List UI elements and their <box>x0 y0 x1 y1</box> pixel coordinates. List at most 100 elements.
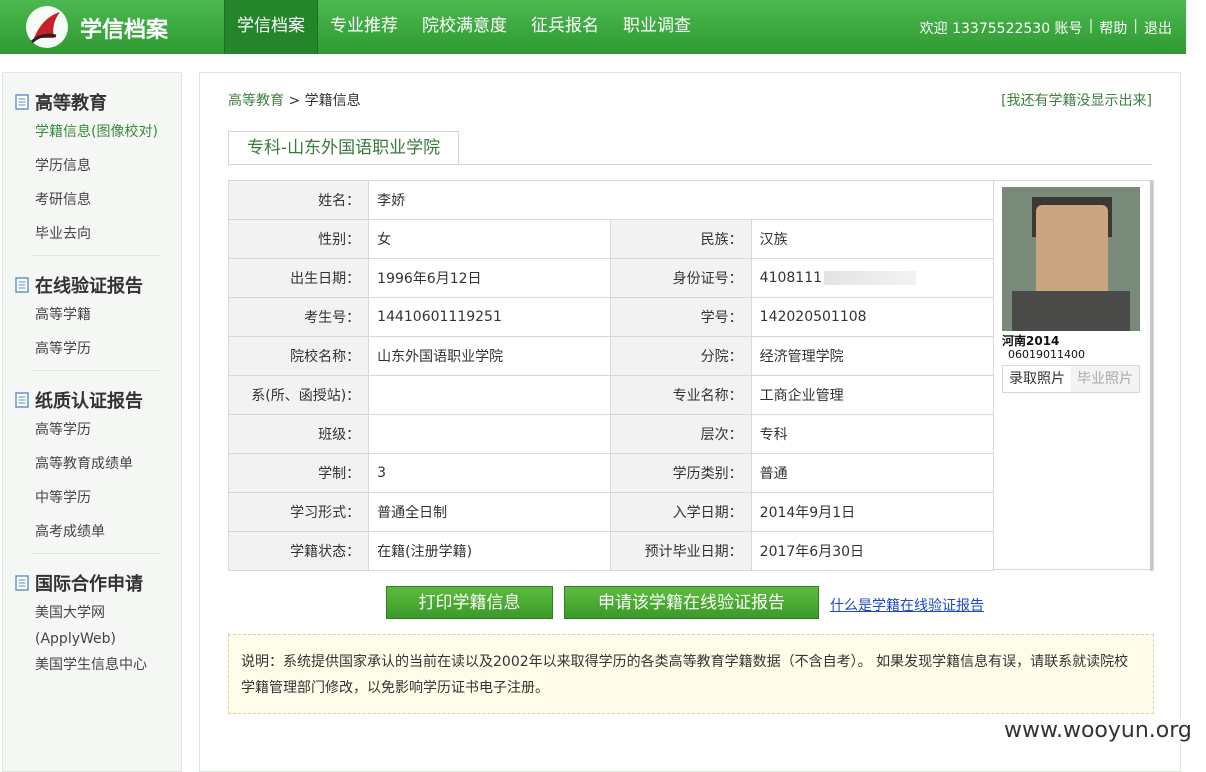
name-label: 姓名： <box>227 180 370 220</box>
grad-date-value: 2017年6月30日 <box>750 531 995 571</box>
sidebar-item-applyweb[interactable]: 美国大学网 (ApplyWeb) <box>15 596 181 648</box>
sidebar-item-paper-transcript[interactable]: 高等教育成绩单 <box>15 447 181 481</box>
sidebar-item-secondary-degree[interactable]: 中等学历 <box>15 481 181 515</box>
photo-face-pixelated <box>1036 205 1108 297</box>
table-row: 学习形式： 普通全日制 入学日期： 2014年9月1日 <box>227 492 995 532</box>
table-row: 学籍状态： 在籍(注册学籍) 预计毕业日期： 2017年6月30日 <box>227 531 995 571</box>
divider <box>31 370 161 371</box>
student-info-table: 姓名： 李娇 性别： 女 民族： 汉族 出生日期： 1996年6月12日 身份证… <box>227 180 995 571</box>
sidebar-group-label: 国际合作申请 <box>35 574 143 595</box>
sidebar-group-title: 国际合作申请 <box>15 570 181 596</box>
name-value: 李娇 <box>368 180 994 220</box>
document-icon <box>15 277 29 293</box>
brand-title[interactable]: 学信档案 <box>80 12 168 44</box>
grad-date-label: 预计毕业日期： <box>610 531 752 571</box>
breadcrumb-higher-education[interactable]: 高等教育 <box>228 93 284 109</box>
student-number-label: 学号： <box>610 297 752 337</box>
sidebar-item-online-degree[interactable]: 高等学历 <box>15 332 181 366</box>
table-row: 考生号： 14410601119251 学号： 142020501108 <box>227 297 995 337</box>
what-is-online-report-link[interactable]: 什么是学籍在线验证报告 <box>830 595 984 615</box>
breadcrumb: 高等教育 > 学籍信息 <box>228 90 361 110</box>
id-number-value: 4108111 <box>759 270 823 286</box>
print-status-button[interactable]: 打印学籍信息 <box>386 586 553 619</box>
top-navigation-bar: 学信档案 学信档案 专业推荐 院校满意度 征兵报名 职业调查 欢迎 133755… <box>0 0 1186 54</box>
table-row: 院校名称： 山东外国语职业学院 分院： 经济管理学院 <box>227 336 995 376</box>
nav-item-major-recommend[interactable]: 专业推荐 <box>318 0 410 54</box>
sidebar-item-postgrad-exam[interactable]: 考研信息 <box>15 183 181 217</box>
tab-admission-photo[interactable]: 录取照片 <box>1003 366 1071 392</box>
sidebar-item-gaokao-score[interactable]: 高考成绩单 <box>15 515 181 549</box>
photo-caption-title: 河南2014 <box>1002 334 1060 348</box>
apply-online-report-button[interactable]: 申请该学籍在线验证报告 <box>564 586 819 619</box>
enroll-date-value: 2014年9月1日 <box>750 492 995 532</box>
status-label: 学籍状态： <box>227 531 370 571</box>
scrollbar[interactable] <box>1150 181 1153 571</box>
gender-value: 女 <box>368 219 612 259</box>
degree-type-label: 学历类别： <box>610 453 752 493</box>
photo-caption-number: 06019011400 <box>1008 348 1085 361</box>
welcome-account-link[interactable]: 欢迎 13375522530 账号 <box>920 18 1083 38</box>
photo-caption: 河南2014 06019011400 <box>1002 334 1085 362</box>
table-row: 出生日期： 1996年6月12日 身份证号： 4108111 <box>227 258 995 298</box>
gender-label: 性别： <box>227 219 370 259</box>
table-row: 系(所、函授站)： 专业名称： 工商企业管理 <box>227 375 995 415</box>
sidebar-item-student-status[interactable]: 学籍信息(图像校对) <box>15 115 181 149</box>
nav-item-career-survey[interactable]: 职业调查 <box>611 0 703 54</box>
document-icon <box>15 94 29 110</box>
sidebar: 高等教育 学籍信息(图像校对) 学历信息 考研信息 毕业去向 在线验证报告 高等… <box>2 72 182 772</box>
main-nav: 学信档案 专业推荐 院校满意度 征兵报名 职业调查 <box>224 0 703 54</box>
separator: | <box>1133 18 1138 34</box>
table-row: 班级： 层次： 专科 <box>227 414 995 454</box>
tab-school-record[interactable]: 专科-山东外国语职业学院 <box>228 131 460 165</box>
tab-underline <box>228 164 1152 165</box>
branch-label: 分院： <box>610 336 752 376</box>
ethnicity-value: 汉族 <box>750 219 995 259</box>
exam-number-value: 14410601119251 <box>368 297 612 337</box>
major-label: 专业名称： <box>610 375 752 415</box>
document-icon <box>15 392 29 408</box>
class-label: 班级： <box>227 414 370 454</box>
photo-body <box>1012 291 1130 331</box>
sidebar-group-label: 高等教育 <box>35 93 107 114</box>
school-label: 院校名称： <box>227 336 370 376</box>
table-row: 学制： 3 学历类别： 普通 <box>227 453 995 493</box>
photo-tabs: 录取照片 毕业照片 <box>1002 365 1140 393</box>
school-value: 山东外国语职业学院 <box>368 336 612 376</box>
logout-link[interactable]: 退出 <box>1144 18 1172 38</box>
nav-item-xuexin-archive[interactable]: 学信档案 <box>224 0 318 54</box>
help-link[interactable]: 帮助 <box>1099 18 1127 38</box>
sidebar-item-paper-degree[interactable]: 高等学历 <box>15 413 181 447</box>
duration-value: 3 <box>368 453 612 493</box>
watermark-text: www.wooyun.org <box>1000 718 1196 743</box>
nav-item-military-registration[interactable]: 征兵报名 <box>519 0 611 54</box>
sidebar-item-label: 美国大学网 <box>35 605 105 621</box>
main-panel: 高等教育 > 学籍信息 [我还有学籍没显示出来] 专科-山东外国语职业学院 姓名… <box>199 72 1181 772</box>
sidebar-group-label: 纸质认证报告 <box>35 391 143 412</box>
study-form-label: 学习形式： <box>227 492 370 532</box>
class-value <box>368 414 612 454</box>
tab-graduation-photo[interactable]: 毕业照片 <box>1071 366 1139 392</box>
enroll-date-label: 入学日期： <box>610 492 752 532</box>
divider <box>31 553 161 554</box>
sidebar-group-title: 在线验证报告 <box>15 272 181 298</box>
id-number-label: 身份证号： <box>610 258 752 298</box>
missing-status-link[interactable]: [我还有学籍没显示出来] <box>1001 90 1152 110</box>
student-photo <box>1002 187 1140 331</box>
id-number-cell: 4108111 <box>750 258 995 298</box>
breadcrumb-current: 学籍信息 <box>304 93 361 109</box>
status-value: 在籍(注册学籍) <box>368 531 612 571</box>
branch-value: 经济管理学院 <box>750 336 995 376</box>
birth-label: 出生日期： <box>227 258 370 298</box>
logo-icon <box>26 6 68 48</box>
sidebar-item-online-student-status[interactable]: 高等学籍 <box>15 298 181 332</box>
nav-item-school-satisfaction[interactable]: 院校满意度 <box>410 0 519 54</box>
sidebar-group-international: 国际合作申请 美国大学网 (ApplyWeb) 美国学生信息中心 <box>3 570 181 682</box>
sidebar-item-graduate-destination[interactable]: 毕业去向 <box>15 217 181 251</box>
level-label: 层次： <box>610 414 752 454</box>
sidebar-item-nsc[interactable]: 美国学生信息中心 <box>15 648 181 682</box>
info-note: 说明：系统提供国家承认的当前在读以及2002年以来取得学历的各类高等教育学籍数据… <box>228 634 1154 714</box>
department-label: 系(所、函授站)： <box>227 375 370 415</box>
sidebar-item-degree-info[interactable]: 学历信息 <box>15 149 181 183</box>
breadcrumb-separator: > <box>288 93 301 109</box>
separator: | <box>1088 18 1094 34</box>
